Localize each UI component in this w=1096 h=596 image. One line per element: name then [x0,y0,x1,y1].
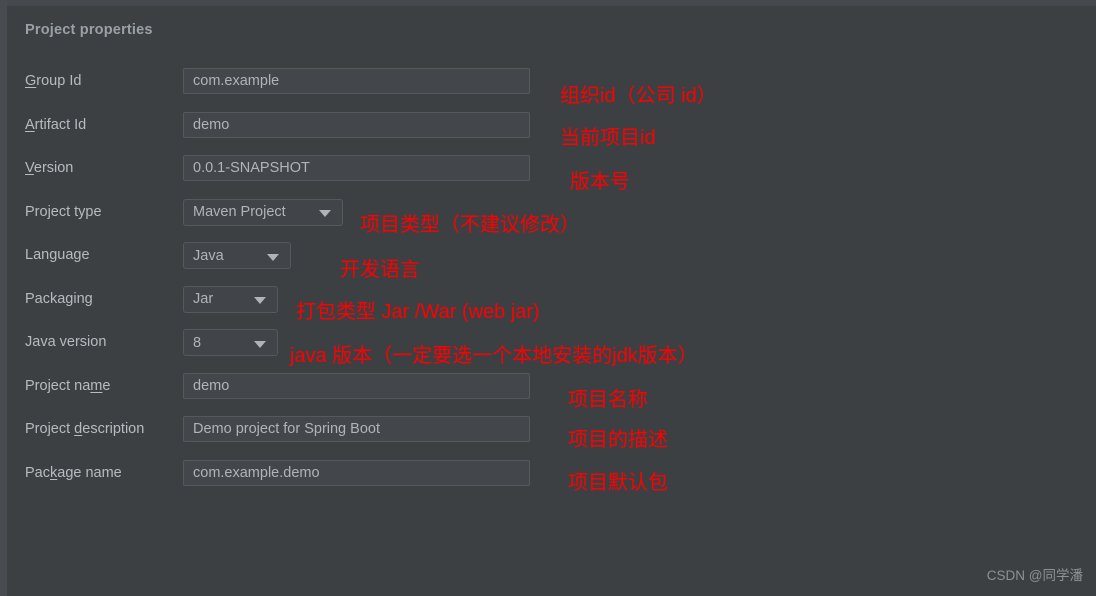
note-package-name: 项目默认包 [568,472,668,494]
label-mnemonic: m [90,377,103,394]
project-properties-panel: Project properties Group Id Artifact Id Ve… [7,6,1096,596]
form-row-group-id: Group Id [7,68,1096,112]
label-project-description: Project description [25,421,144,437]
label-mnemonic: V [25,160,34,176]
form-row-version: Version [7,155,1096,199]
form-row-language: Language Java [7,242,1096,286]
label-text: Language [25,247,90,263]
label-project-type: Project type [25,204,102,220]
label-mnemonic: G [25,73,37,89]
select-packaging[interactable]: Jar [183,285,278,313]
select-value-packaging: Jar [193,291,214,307]
note-project-description: 项目的描述 [568,429,668,451]
select-java-version[interactable]: 8 [183,329,278,356]
label-project-name: Project name [25,378,110,394]
form-row-project-name: Project name [7,372,1096,417]
label-mnemonic: A [25,116,35,133]
select-value-project-type: Maven Project [193,204,286,220]
note-artifact-id: 当前项目id [560,127,656,149]
label-language: Language [25,247,90,263]
note-version: 版本号 [570,171,630,193]
select-value-java-version: 8 [193,334,202,351]
note-group-id: 组织id（公司 id） [560,85,717,107]
label-version: Version [25,160,73,176]
label-text-rest: age name [57,464,122,481]
window-left-bezel [0,0,7,596]
label-text-rest: roup Id [36,73,82,89]
label-text-rest: e [102,377,111,394]
form-row-package-name: Package name [7,459,1096,504]
label-text-rest: ersion [33,160,74,176]
input-project-description[interactable] [183,416,530,442]
label-group-id: Group Id [25,73,81,89]
input-version[interactable] [183,155,530,181]
label-text: Project type [25,203,102,220]
input-package-name[interactable] [183,459,530,486]
label-text: Packaging [25,290,93,307]
chevron-down-icon[interactable] [254,297,266,304]
label-text: Java version [25,334,107,350]
note-packaging: 打包类型 Jar /War (web jar) [296,301,540,323]
chevron-down-icon[interactable] [267,253,279,261]
input-artifact-id[interactable] [183,111,530,138]
label-package-name: Package name [25,465,122,481]
chevron-down-icon[interactable] [319,210,331,217]
label-packaging: Packaging [25,291,93,307]
label-java-version: Java version [25,334,106,350]
project-properties-form: Group Id Artifact Id Version Project type Ma… [7,68,1096,503]
input-group-id[interactable] [183,68,530,94]
note-language: 开发语言 [340,259,420,281]
form-row-packaging: Packaging Jar [7,285,1096,330]
note-java-version: java 版本（一定要选一个本地安装的jdk版本） [290,345,698,367]
csdn-watermark: CSDN @同学潘 [986,568,1083,583]
label-text: Pac [25,464,50,481]
project-properties-screen: Project properties Group Id Artifact Id Ve… [0,0,1096,596]
note-project-type: 项目类型（不建议修改） [360,214,580,236]
label-text: Project na [25,377,91,394]
form-row-artifact-id: Artifact Id [7,111,1096,156]
select-value-language: Java [193,247,224,264]
label-text-rest: rtifact Id [34,116,87,133]
input-project-name[interactable] [183,372,530,399]
note-project-name: 项目名称 [568,389,648,411]
label-artifact-id: Artifact Id [25,117,86,133]
chevron-down-icon[interactable] [254,340,266,348]
form-row-project-description: Project description [7,416,1096,460]
label-text: Project [25,421,75,437]
label-text-rest: escription [82,421,145,437]
select-project-type[interactable]: Maven Project [183,198,343,226]
panel-title: Project properties [25,22,153,38]
select-language[interactable]: Java [183,242,291,269]
